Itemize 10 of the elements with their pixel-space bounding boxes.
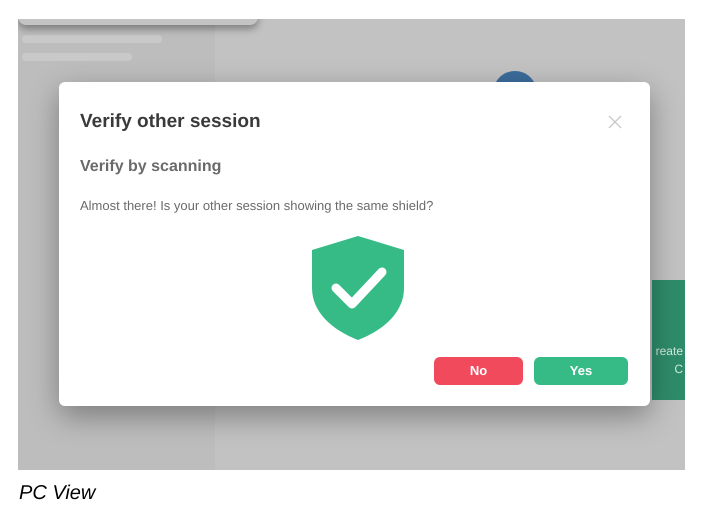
caption: PC View xyxy=(19,481,98,506)
card-label: reate xyxy=(656,343,683,360)
card-label: C xyxy=(674,361,683,378)
no-button[interactable]: No xyxy=(434,357,523,385)
dialog-title: Verify other session xyxy=(80,110,261,134)
yes-button[interactable]: Yes xyxy=(534,357,628,385)
close-icon[interactable] xyxy=(608,115,622,130)
dialog-subtitle: Verify by scanning xyxy=(80,156,222,176)
dialog-message: Almost there! Is your other session showing the same shield? xyxy=(80,196,434,215)
shield-check-icon xyxy=(312,236,404,340)
